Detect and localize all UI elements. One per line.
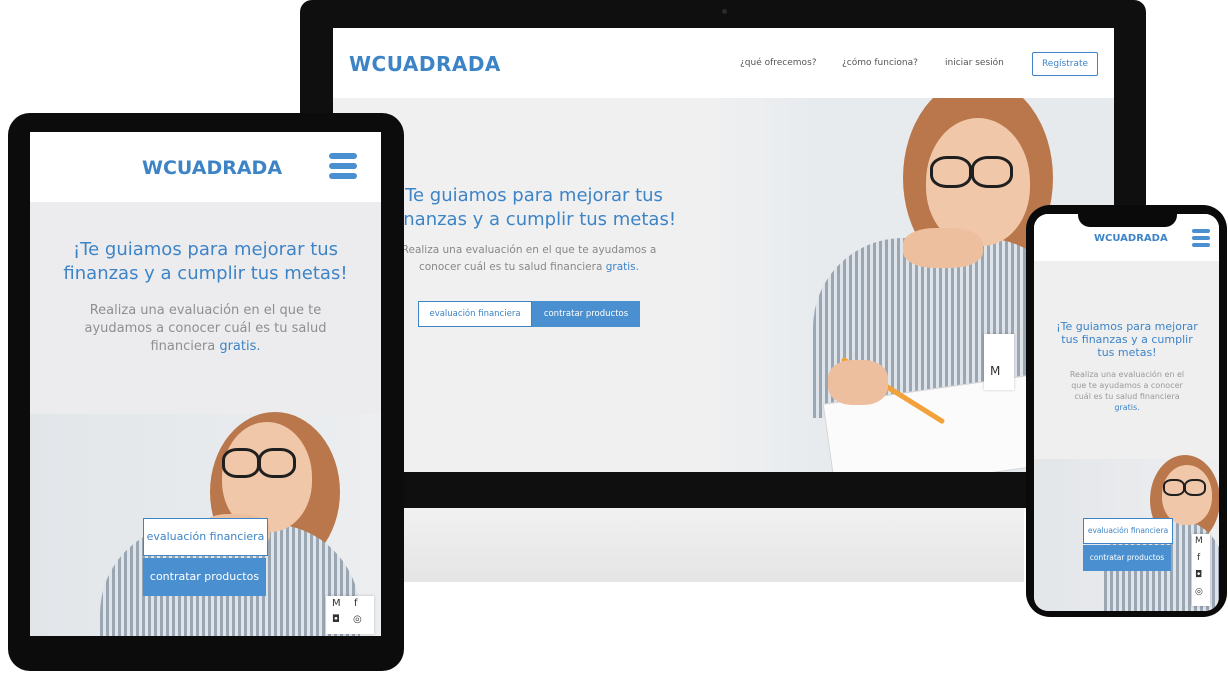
evaluation-button[interactable]: evaluación financiera: [418, 301, 532, 327]
hero-title: ¡Te guiamos para mejorar tus finanzas y …: [1056, 320, 1198, 359]
products-button[interactable]: contratar productos: [1083, 545, 1171, 571]
menu-icon-bar: [329, 173, 357, 179]
facebook-icon[interactable]: f: [354, 598, 358, 609]
hero-subtitle: Realiza una evaluación en el que te ayud…: [1066, 369, 1188, 413]
register-button[interactable]: Regístrate: [1032, 52, 1098, 76]
evaluation-button[interactable]: evaluación financiera: [143, 518, 268, 556]
tablet-screen: WCUADRADA ¡Te guiamos para mejorar tus f…: [30, 132, 381, 636]
woman-glasses: [971, 156, 1013, 188]
nav-link-que-ofrecemos[interactable]: ¿qué ofrecemos?: [740, 58, 817, 68]
facebook-icon[interactable]: f: [1197, 553, 1200, 563]
woman-hand: [903, 228, 983, 268]
gmail-icon[interactable]: M: [1195, 536, 1203, 546]
nav-link-iniciar-sesion[interactable]: iniciar sesión: [945, 58, 1004, 68]
menu-icon-bar: [1192, 236, 1210, 240]
desktop-screen: M WCUADRADA ¿qué ofrecemos? ¿cómo funcio…: [333, 28, 1114, 472]
woman-glasses: [930, 156, 972, 188]
whatsapp-icon[interactable]: ◎: [1195, 587, 1203, 597]
menu-icon-bar: [329, 153, 357, 159]
woman-glasses: [222, 448, 260, 478]
evaluation-button[interactable]: evaluación financiera: [1083, 518, 1173, 544]
hero-subtitle-highlight: gratis.: [605, 261, 639, 273]
desktop-hero: M: [333, 78, 1114, 472]
brand-logo[interactable]: WCUADRADA: [1094, 233, 1168, 244]
products-button[interactable]: contratar productos: [532, 301, 640, 327]
phone-notch: [1078, 205, 1177, 227]
woman-glasses: [1163, 479, 1185, 496]
hero-subtitle: Realiza una evaluación en el que te ayud…: [70, 302, 341, 356]
brand-logo[interactable]: WCUADRADA: [349, 52, 501, 76]
products-button[interactable]: contratar productos: [143, 558, 266, 596]
gmail-icon[interactable]: M: [332, 598, 341, 609]
monitor-stand: [404, 508, 1024, 582]
woman-glasses: [1184, 479, 1206, 496]
hero-subtitle-text: Realiza una evaluación en el que te ayud…: [1069, 370, 1185, 401]
gmail-icon[interactable]: M: [990, 364, 1000, 378]
menu-icon[interactable]: [329, 153, 357, 181]
hero-subtitle-highlight: gratis.: [219, 339, 261, 354]
hero-title: ¡Te guiamos para mejorar tus finanzas y …: [63, 239, 348, 284]
monitor-camera: [722, 9, 727, 14]
instagram-icon[interactable]: ◘: [1195, 570, 1202, 580]
hero-subtitle: Realiza una evaluación en el que te ayud…: [399, 242, 659, 276]
menu-icon[interactable]: [1192, 229, 1210, 247]
whatsapp-icon[interactable]: ◎: [353, 614, 362, 625]
desktop-navbar: WCUADRADA ¿qué ofrecemos? ¿cómo funciona…: [333, 28, 1114, 98]
woman-glasses: [258, 448, 296, 478]
hero-subtitle-text: Realiza una evaluación en el que te ayud…: [84, 303, 327, 354]
hero-title: Te guiamos para mejorar tus finanzas y a…: [391, 185, 677, 230]
hero-subtitle-highlight: gratis.: [1114, 403, 1140, 412]
social-box: M f ◘ ◎: [326, 596, 374, 634]
menu-icon-bar: [329, 163, 357, 169]
nav-link-como-funciona[interactable]: ¿cómo funciona?: [842, 58, 918, 68]
brand-logo[interactable]: WCUADRADA: [142, 157, 282, 179]
social-sidebar: M: [984, 334, 1014, 390]
tablet-navbar: WCUADRADA: [30, 132, 381, 202]
phone-screen: WCUADRADA ¡Te guiamos para mejorar tus f…: [1034, 214, 1219, 611]
instagram-icon[interactable]: ◘: [332, 614, 340, 625]
menu-icon-bar: [1192, 229, 1210, 233]
menu-icon-bar: [1192, 243, 1210, 247]
woman-hand: [828, 360, 888, 405]
social-sidebar: M f ◘ ◎: [1192, 534, 1210, 606]
